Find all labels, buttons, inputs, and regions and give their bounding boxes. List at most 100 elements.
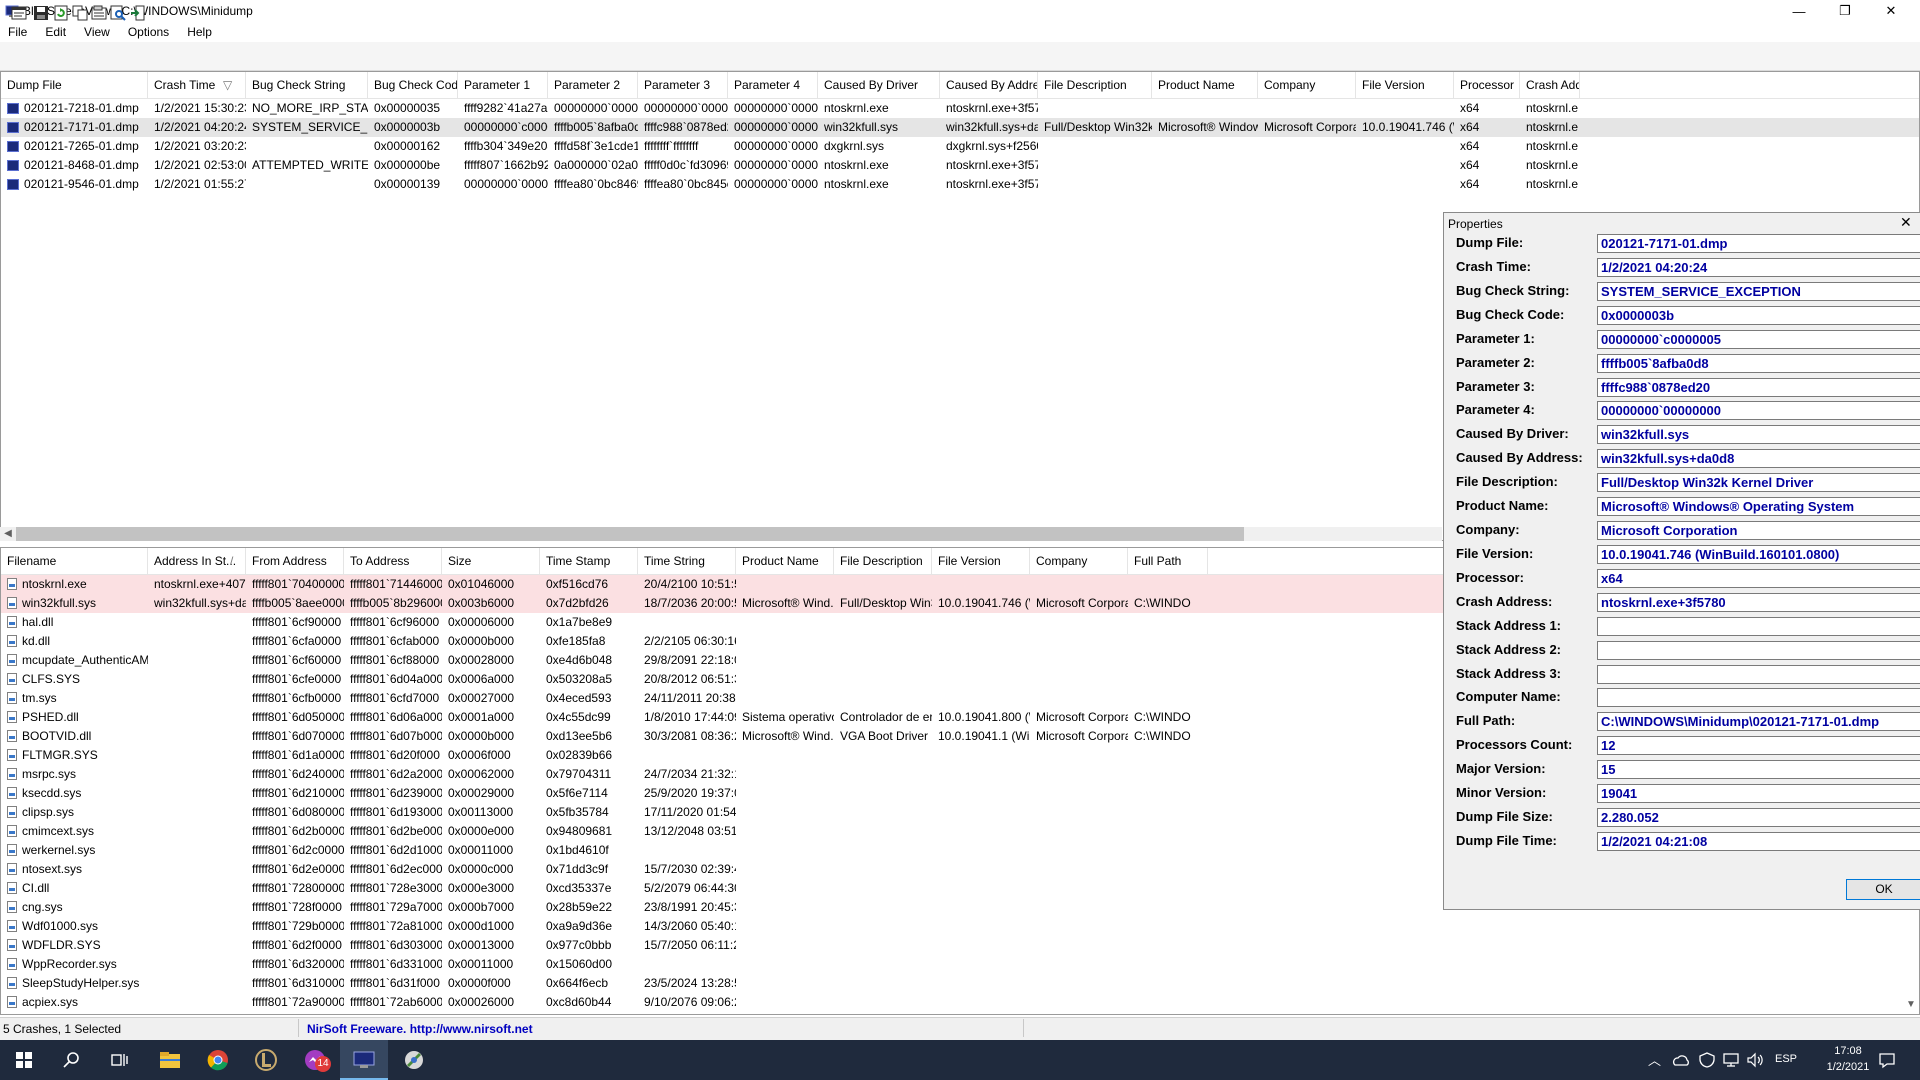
property-value-field[interactable]: Microsoft Corporation bbox=[1597, 521, 1920, 541]
col-product-name[interactable]: Product Name bbox=[736, 548, 834, 574]
menu-edit[interactable]: Edit bbox=[45, 25, 66, 39]
col-size[interactable]: Size bbox=[442, 548, 540, 574]
property-value-field[interactable]: 00000000`00000000 bbox=[1597, 401, 1920, 421]
maximize-button[interactable]: ❐ bbox=[1822, 0, 1868, 22]
volume-icon[interactable] bbox=[1746, 1052, 1764, 1068]
table-row[interactable]: 020121-7218-01.dmp 1/2/2021 15:30:23 NO_MO… bbox=[1, 99, 1919, 118]
col-to-address[interactable]: To Address bbox=[344, 548, 442, 574]
table-row[interactable]: SleepStudyHelper.sys fffff801`6d310000 fff… bbox=[1, 974, 1919, 993]
property-value-field[interactable]: 19041 bbox=[1597, 784, 1920, 804]
property-value-field[interactable] bbox=[1597, 664, 1920, 684]
col-bug-check-code[interactable]: Bug Check Code bbox=[368, 72, 458, 98]
menu-file[interactable]: File bbox=[8, 25, 27, 39]
app-icon[interactable] bbox=[390, 1040, 438, 1080]
windows-start-icon[interactable] bbox=[0, 1040, 48, 1080]
table-row[interactable]: WDFLDR.SYS fffff801`6d2f0000 fffff801`6d30… bbox=[1, 936, 1919, 955]
col-product-name[interactable]: Product Name bbox=[1152, 72, 1258, 98]
table-row[interactable]: 020121-7171-01.dmp 1/2/2021 04:20:24 SYSTE… bbox=[1, 118, 1919, 137]
property-value-field[interactable]: Full/Desktop Win32k Kernel Driver bbox=[1597, 473, 1920, 493]
table-row[interactable]: Wdf01000.sys fffff801`729b0000 fffff801`72… bbox=[1, 917, 1919, 936]
property-value-field[interactable] bbox=[1597, 640, 1920, 660]
property-value-field[interactable]: 15 bbox=[1597, 760, 1920, 780]
clock-date[interactable]: 1/2/2021 bbox=[1818, 1061, 1878, 1073]
col-parameter-1[interactable]: Parameter 1 bbox=[458, 72, 548, 98]
col-caused-by-driver[interactable]: Caused By Driver bbox=[818, 72, 940, 98]
task-view-icon[interactable] bbox=[96, 1040, 144, 1080]
property-value-field[interactable]: 1/2/2021 04:20:24 bbox=[1597, 257, 1920, 277]
copy-icon[interactable] bbox=[72, 5, 88, 21]
property-value-field[interactable] bbox=[1597, 616, 1920, 636]
league-icon[interactable] bbox=[242, 1040, 290, 1080]
table-row[interactable]: 020121-9546-01.dmp 1/2/2021 01:55:27 0x000… bbox=[1, 175, 1919, 194]
scroll-down-arrow-icon[interactable]: ▼ bbox=[1904, 998, 1918, 1012]
col-crash-address[interactable]: Crash Add bbox=[1520, 72, 1580, 98]
property-value-field[interactable]: Microsoft® Windows® Operating System bbox=[1597, 497, 1920, 517]
property-value-field[interactable]: 0x0000003b bbox=[1597, 305, 1920, 325]
col-file-description[interactable]: File Description bbox=[834, 548, 932, 574]
property-value-field[interactable]: x64 bbox=[1597, 568, 1920, 588]
col-company[interactable]: Company bbox=[1030, 548, 1128, 574]
menu-options[interactable]: Options bbox=[128, 25, 169, 39]
property-value-field[interactable]: ffffc988`0878ed20 bbox=[1597, 377, 1920, 397]
chrome-icon[interactable] bbox=[194, 1040, 242, 1080]
properties-close-icon[interactable]: ✕ bbox=[1900, 214, 1912, 231]
table-row[interactable]: acpiex.sys fffff801`72a90000 fffff801`72ab… bbox=[1, 993, 1919, 1012]
property-value-field[interactable]: C:\WINDOWS\Minidump\020121-7171-01.dmp bbox=[1597, 712, 1920, 732]
col-parameter-4[interactable]: Parameter 4 bbox=[728, 72, 818, 98]
col-processor[interactable]: Processor bbox=[1454, 72, 1520, 98]
col-parameter-3[interactable]: Parameter 3 bbox=[638, 72, 728, 98]
table-row[interactable]: WppRecorder.sys fffff801`6d320000 fffff801… bbox=[1, 955, 1919, 974]
col-filename[interactable]: Filename bbox=[1, 548, 148, 574]
tray-overflow-chevron-icon[interactable]: ︿ bbox=[1648, 1050, 1661, 1069]
col-file-version[interactable]: File Version bbox=[932, 548, 1030, 574]
html-report-icon[interactable] bbox=[91, 5, 107, 21]
table-row[interactable]: 020121-8468-01.dmp 1/2/2021 02:53:00 ATTEM… bbox=[1, 156, 1919, 175]
clock-time[interactable]: 17:08 bbox=[1818, 1045, 1878, 1057]
scroll-left-arrow-icon[interactable]: ◀ bbox=[2, 527, 14, 541]
property-value-field[interactable] bbox=[1597, 688, 1920, 708]
col-full-path[interactable]: Full Path bbox=[1128, 548, 1208, 574]
network-icon[interactable] bbox=[1722, 1052, 1740, 1068]
file-explorer-icon[interactable] bbox=[146, 1040, 194, 1080]
nirsoft-link[interactable]: NirSoft Freeware. http://www.nirsoft.net bbox=[307, 1018, 533, 1040]
col-parameter-2[interactable]: Parameter 2 bbox=[548, 72, 638, 98]
col-address-in-stack[interactable]: Address In St... / bbox=[148, 548, 246, 574]
property-value-field[interactable]: 1/2/2021 04:21:08 bbox=[1597, 832, 1920, 851]
ok-button[interactable]: OK bbox=[1846, 879, 1920, 900]
property-value-field[interactable]: win32kfull.sys bbox=[1597, 425, 1920, 445]
property-value-field[interactable]: 020121-7171-01.dmp bbox=[1597, 234, 1920, 253]
save-icon[interactable] bbox=[33, 5, 49, 21]
onedrive-icon[interactable] bbox=[1672, 1052, 1690, 1068]
bluescreenview-taskbar-icon[interactable] bbox=[340, 1040, 388, 1080]
properties-icon[interactable] bbox=[11, 5, 27, 21]
property-value-field[interactable]: 2.280.052 bbox=[1597, 808, 1920, 828]
property-value-field[interactable]: win32kfull.sys+da0d8 bbox=[1597, 449, 1920, 469]
search-icon[interactable] bbox=[48, 1040, 96, 1080]
language-indicator[interactable]: ESP bbox=[1775, 1053, 1797, 1065]
exit-icon[interactable] bbox=[130, 5, 146, 21]
table-row[interactable]: 020121-7265-01.dmp 1/2/2021 03:20:23 0x000… bbox=[1, 137, 1919, 156]
property-value-field[interactable]: 10.0.19041.746 (WinBuild.160101.0800) bbox=[1597, 544, 1920, 564]
col-dump-file[interactable]: Dump File bbox=[1, 72, 148, 98]
property-value-field[interactable]: 00000000`c0000005 bbox=[1597, 329, 1920, 349]
find-icon[interactable] bbox=[110, 5, 126, 21]
minimize-button[interactable]: — bbox=[1776, 0, 1822, 22]
col-company[interactable]: Company bbox=[1258, 72, 1356, 98]
close-button[interactable]: ✕ bbox=[1868, 0, 1914, 22]
col-crash-time[interactable]: Crash Time ▽ bbox=[148, 72, 246, 98]
property-value-field[interactable]: ffffb005`8afba0d8 bbox=[1597, 353, 1920, 373]
col-bug-check-string[interactable]: Bug Check String bbox=[246, 72, 368, 98]
property-value-field[interactable]: SYSTEM_SERVICE_EXCEPTION bbox=[1597, 281, 1920, 301]
col-time-stamp[interactable]: Time Stamp bbox=[540, 548, 638, 574]
horizontal-scrollbar-thumb[interactable] bbox=[16, 527, 1244, 541]
menu-view[interactable]: View bbox=[84, 25, 110, 39]
col-caused-by-address[interactable]: Caused By Address bbox=[940, 72, 1038, 98]
security-icon[interactable] bbox=[1698, 1052, 1716, 1068]
property-value-field[interactable]: ntoskrnl.exe+3f5780 bbox=[1597, 592, 1920, 612]
menu-help[interactable]: Help bbox=[187, 25, 212, 39]
col-file-description[interactable]: File Description bbox=[1038, 72, 1152, 98]
col-from-address[interactable]: From Address bbox=[246, 548, 344, 574]
refresh-icon[interactable] bbox=[53, 5, 69, 21]
notifications-icon[interactable] bbox=[1878, 1051, 1896, 1069]
col-file-version[interactable]: File Version bbox=[1356, 72, 1454, 98]
